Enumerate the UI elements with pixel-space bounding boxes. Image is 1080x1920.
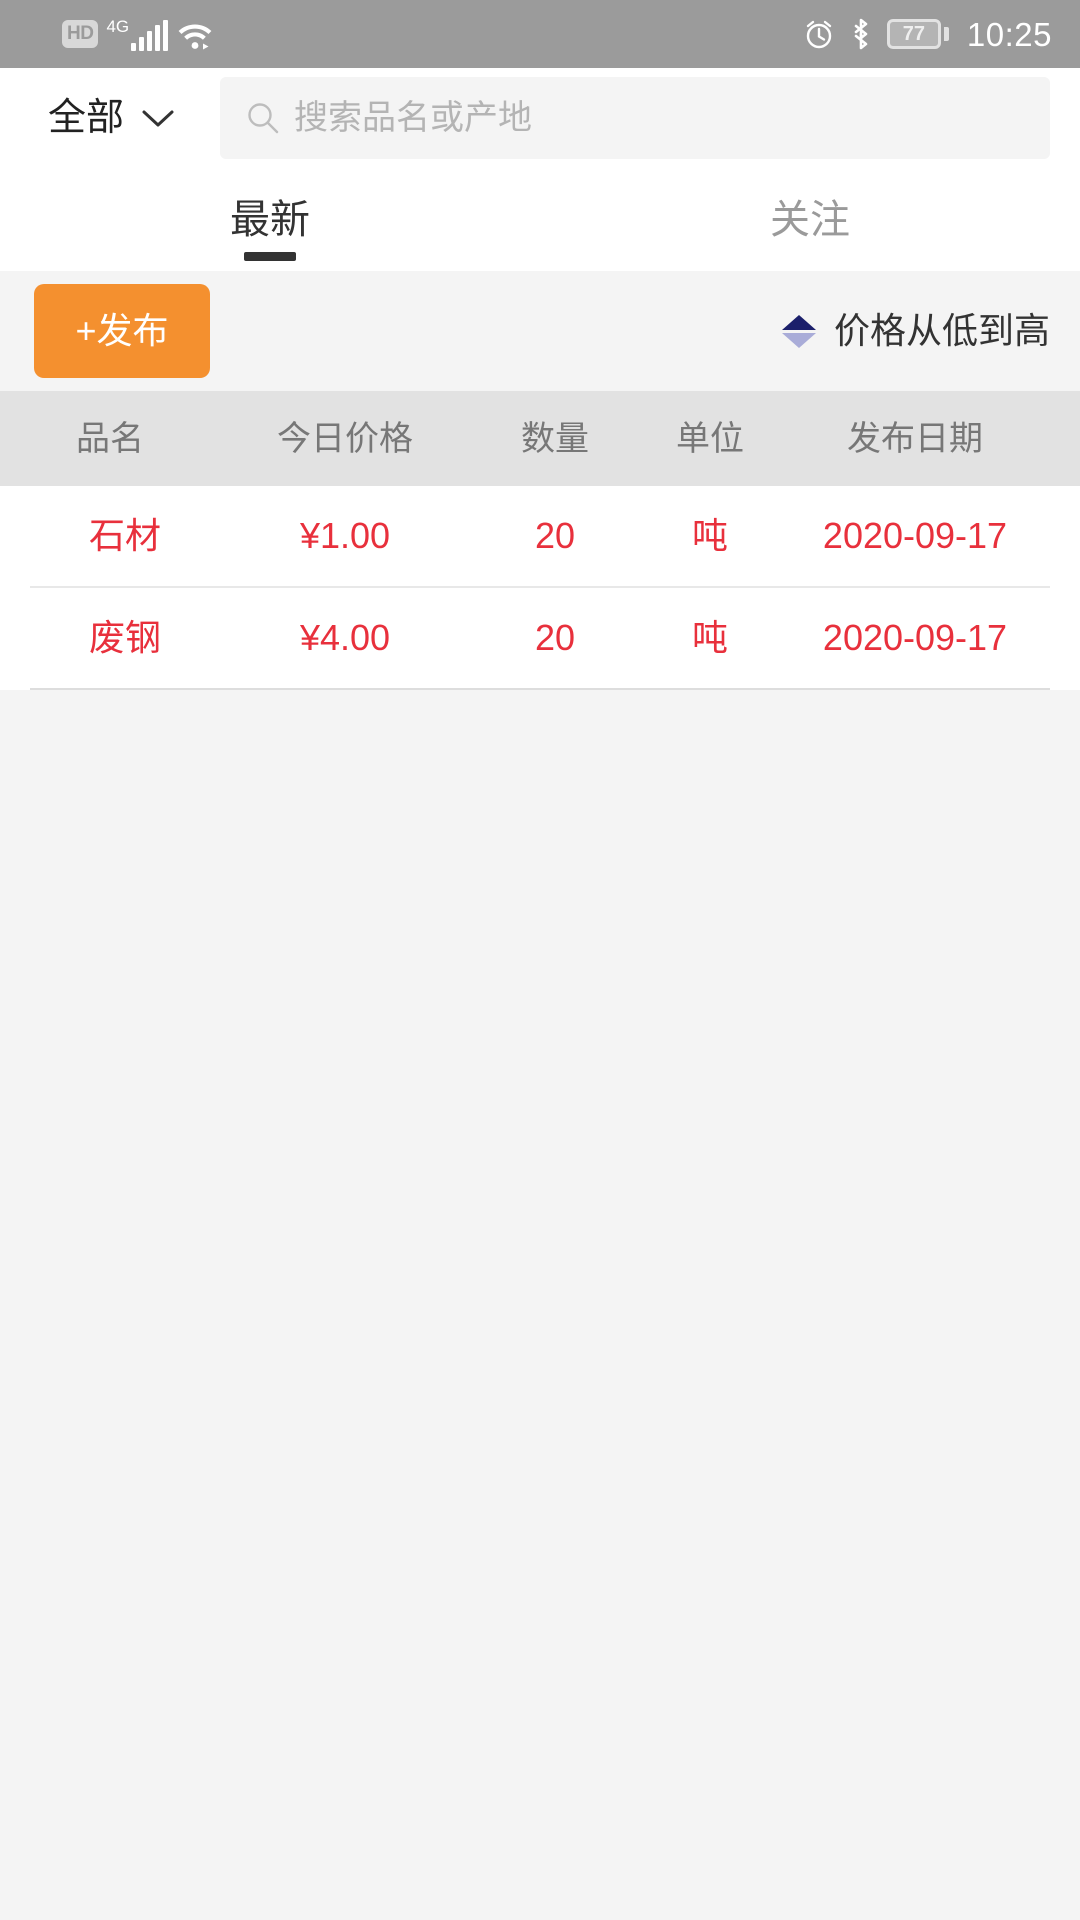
search-header: 全部 搜索品名或产地 [0, 68, 1080, 168]
search-input-placeholder: 搜索品名或产地 [294, 99, 533, 137]
table-row[interactable]: 石材 ¥1.00 20 吨 2020-09-17 [30, 486, 1050, 588]
cell-date: 2020-09-17 [822, 617, 1008, 658]
cell-quantity: 20 [534, 617, 576, 658]
listings-table: 品名 今日价格 数量 单位 发布日期 石材 ¥1.00 20 吨 2020-09… [0, 391, 1080, 690]
cell-price: ¥1.00 [299, 515, 391, 556]
alarm-clock-icon [803, 18, 835, 50]
column-header-quantity: 数量 [521, 419, 589, 458]
network-type-label: 4G [106, 16, 130, 36]
empty-content-area [0, 690, 1080, 1762]
status-bar-clock: 10:25 [966, 15, 1052, 53]
column-header-price: 今日价格 [277, 419, 413, 458]
tab-following[interactable]: 关注 [540, 168, 1080, 271]
table-row[interactable]: 废钢 ¥4.00 20 吨 2020-09-17 [30, 588, 1050, 690]
chevron-down-icon [140, 106, 176, 130]
tab-active-indicator [244, 252, 296, 261]
cell-price: ¥4.00 [299, 617, 391, 658]
wifi-icon [176, 18, 214, 50]
action-bar: +发布 价格从低到高 [0, 271, 1080, 391]
column-header-unit: 单位 [676, 419, 744, 458]
battery-percentage: 77 [902, 23, 926, 45]
column-header-name: 品名 [76, 419, 144, 458]
search-input[interactable]: 搜索品名或产地 [220, 77, 1050, 159]
tab-bar: 最新 关注 [0, 168, 1080, 271]
search-icon [246, 101, 280, 135]
cell-unit: 吨 [691, 617, 728, 658]
tab-latest[interactable]: 最新 [0, 168, 540, 271]
battery-icon: 77 [886, 19, 949, 49]
cell-unit: 吨 [691, 515, 728, 556]
hd-icon: HD [62, 20, 99, 48]
sort-by-price-control[interactable]: 价格从低到高 [781, 310, 1050, 351]
cell-name: 废钢 [88, 617, 161, 658]
sort-ascending-icon [781, 314, 816, 348]
bluetooth-icon [849, 17, 873, 51]
table-header-row: 品名 今日价格 数量 单位 发布日期 [0, 391, 1080, 486]
column-header-date: 发布日期 [847, 419, 983, 458]
cellular-signal-group: 4G [106, 16, 169, 51]
cell-quantity: 20 [534, 515, 576, 556]
tab-latest-label: 最新 [230, 197, 310, 242]
tab-following-label: 关注 [770, 197, 850, 242]
cell-date: 2020-09-17 [822, 515, 1008, 556]
signal-bars-icon [131, 19, 169, 51]
status-bar-left-group: HD 4G [62, 18, 214, 51]
publish-button[interactable]: +发布 [34, 284, 210, 378]
category-filter-label: 全部 [48, 97, 125, 139]
status-bar: HD 4G 77 10:25 [0, 0, 1080, 68]
sort-by-price-label: 价格从低到高 [833, 310, 1050, 351]
status-bar-right-group: 77 10:25 [803, 17, 1052, 51]
cell-name: 石材 [88, 515, 161, 556]
category-filter-dropdown[interactable]: 全部 [48, 99, 176, 137]
